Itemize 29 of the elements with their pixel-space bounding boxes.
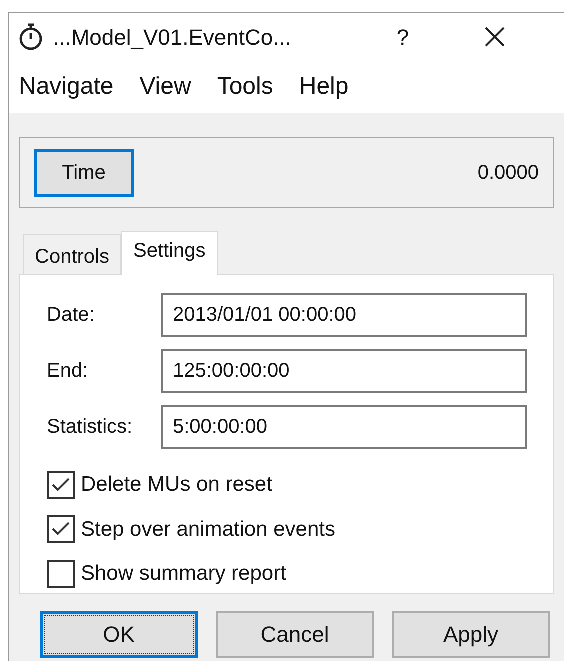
window-title: ...Model_V01.EventCo...	[53, 24, 292, 52]
checkbox[interactable]	[47, 560, 75, 588]
time-value: 0.0000	[478, 160, 539, 186]
help-button[interactable]: ?	[383, 20, 423, 54]
field-label: Statistics:	[47, 415, 134, 440]
text-field[interactable]: 5:00:00:00	[161, 405, 527, 449]
dialog-button[interactable]: Cancel	[216, 611, 374, 658]
tab[interactable]: Controls	[23, 234, 122, 274]
field-label: Date:	[47, 303, 96, 328]
field-label: End:	[47, 359, 90, 384]
checkbox[interactable]	[47, 470, 75, 499]
check-icon	[51, 521, 71, 538]
stopwatch-icon	[17, 22, 45, 52]
close-icon	[484, 26, 506, 48]
dialog-button[interactable]: OK	[40, 611, 198, 658]
dialog-button[interactable]: Apply	[392, 611, 550, 658]
text-field[interactable]: 2013/01/01 00:00:00	[161, 293, 527, 337]
menu-item[interactable]: Tools	[217, 69, 274, 105]
menu-item[interactable]: Navigate	[19, 69, 114, 105]
text-field[interactable]: 125:00:00:00	[161, 349, 527, 393]
check-icon	[51, 476, 71, 493]
menu-item[interactable]: Help	[299, 69, 349, 105]
checkbox-label: Step over animation events	[81, 516, 336, 542]
checkbox-label: Show summary report	[81, 561, 286, 587]
time-button[interactable]: Time	[34, 148, 134, 196]
tab[interactable]: Settings	[121, 231, 218, 275]
menu-item[interactable]: View	[140, 69, 192, 105]
checkbox-label: Delete MUs on reset	[81, 472, 272, 498]
checkbox[interactable]	[47, 515, 75, 544]
